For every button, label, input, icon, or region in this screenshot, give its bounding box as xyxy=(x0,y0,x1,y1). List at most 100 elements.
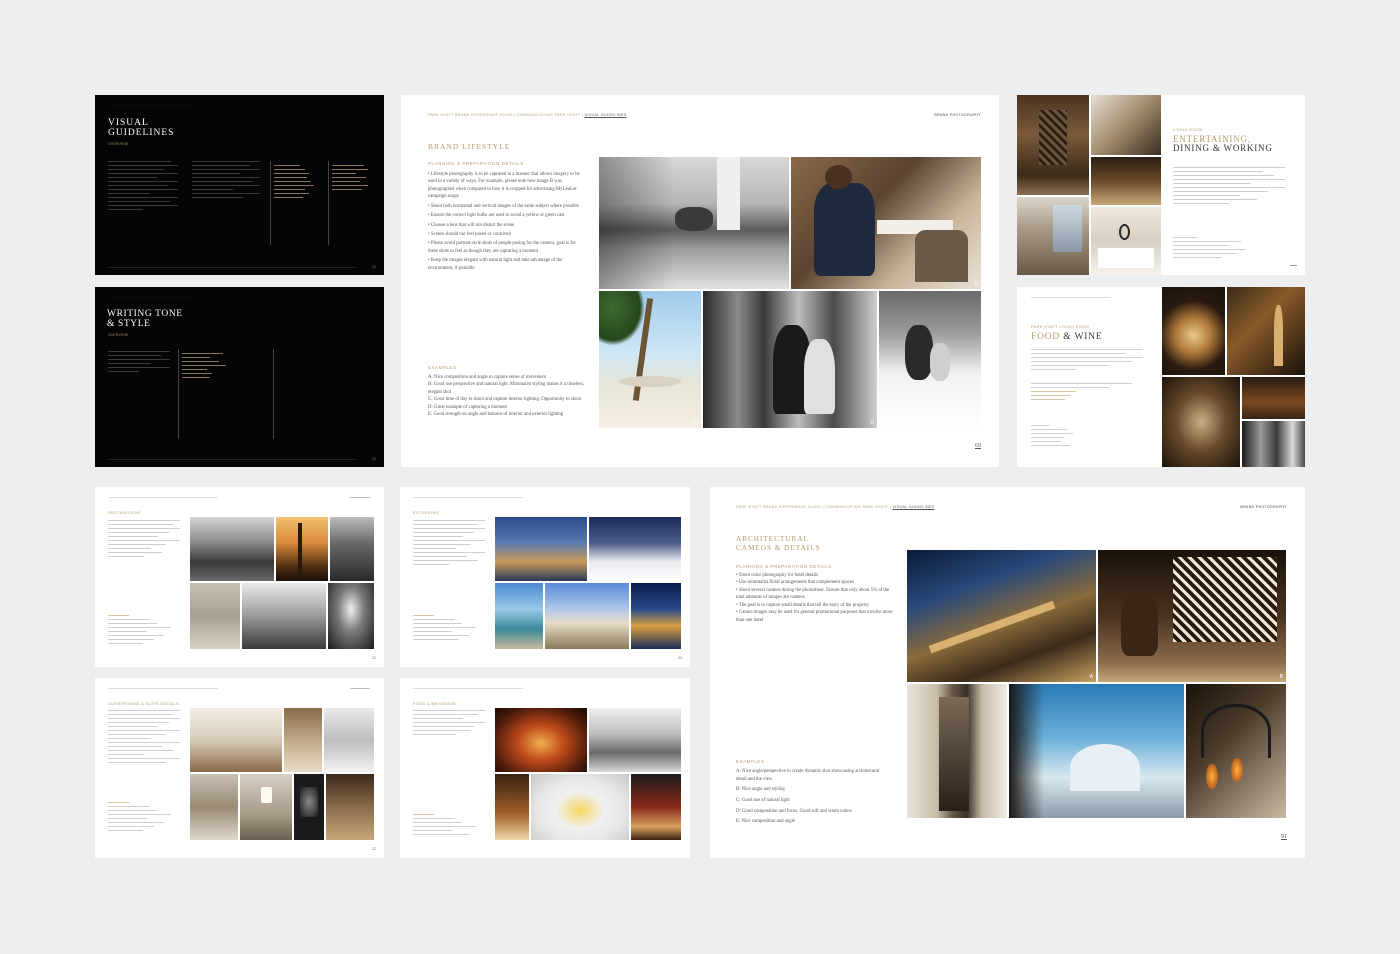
photo-tropical-pier xyxy=(495,583,543,649)
page-number: 22 xyxy=(678,655,682,660)
page-title: ARCHITECTURAL CAMEOS & DETAILS xyxy=(736,535,821,552)
section-title: DESTINATIONS xyxy=(108,510,141,515)
example-item: B: Good use perspective and natural ligh… xyxy=(428,382,585,395)
page-header-line xyxy=(413,688,523,692)
photo-sunset-tower xyxy=(276,517,328,581)
photo-dining-table xyxy=(1091,157,1161,205)
photo-e-mother-child-bed: E xyxy=(879,291,981,428)
page-header-line xyxy=(108,497,218,501)
photo-c-doorway xyxy=(907,684,1007,818)
page-number: 22 xyxy=(372,846,376,851)
body-bullets xyxy=(108,710,180,766)
photo-bottles xyxy=(1227,287,1305,375)
footer-text xyxy=(107,267,357,271)
body-text-col2 xyxy=(192,161,260,201)
page-header-section: BRAND PHOTOGRAPHY xyxy=(1240,505,1287,509)
photo-street-bw xyxy=(242,583,326,649)
photo-hotel-facade xyxy=(545,583,629,649)
photo-suite-dining xyxy=(190,708,282,772)
example-item: E: Nice composition and angle xyxy=(736,819,796,825)
body-bullets xyxy=(1173,167,1285,207)
example-item: C: Good time of day to shoot and capture… xyxy=(428,397,582,403)
page-number: 22 xyxy=(372,456,376,461)
page-header-breadcrumb: PARK HYATT BRAND EXPERIENCE GUIDE | COMM… xyxy=(736,505,935,509)
photo-lobby-wall xyxy=(1017,95,1089,195)
page-header-right xyxy=(350,497,370,501)
page-guestrooms: GUESTROOMS & SUITE DETAILS 22 xyxy=(95,678,384,858)
photo-shelves xyxy=(1091,95,1161,155)
photo-glassware-bw xyxy=(1242,421,1305,467)
photo-a-pool-reflection xyxy=(599,157,789,289)
photo-food-platter xyxy=(495,708,587,772)
bullet-item: • Shoot both horizontal and vertical ima… xyxy=(428,203,579,209)
photo-label: C xyxy=(694,420,698,426)
examples-list xyxy=(108,615,178,647)
page-brand-lifestyle: PARK HYATT BRAND EXPERIENCE GUIDE | COMM… xyxy=(401,95,999,467)
page-architectural: PARK HYATT BRAND EXPERIENCE GUIDE | COMM… xyxy=(710,487,1305,858)
body-text xyxy=(1031,349,1143,373)
page-header-breadcrumb: PARK HYATT BRAND EXPERIENCE GUIDE | COMM… xyxy=(428,113,627,117)
toc-col1 xyxy=(274,165,318,201)
examples-head: EXAMPLES xyxy=(428,365,457,370)
bullet-item: • Keep the images elegant with natural l… xyxy=(428,258,563,271)
photo-floor-lamp xyxy=(240,774,292,840)
page-number: 91 xyxy=(1281,834,1287,840)
page-subtitle: OVERVIEW xyxy=(108,333,129,337)
page-number-mark xyxy=(1290,265,1297,266)
photo-label: B xyxy=(1279,674,1283,680)
bullet-item: • Please avoid portrait-style shots of p… xyxy=(428,241,576,254)
photo-vase-detail xyxy=(326,774,374,840)
page-subtitle: OVERVIEW xyxy=(108,142,129,146)
photo-chef-plating xyxy=(589,708,681,772)
page-destinations: DESTINATIONS 22 xyxy=(95,487,384,667)
photo-label: A xyxy=(1089,674,1093,680)
kicker: PARK HYATT LIVING ROOM xyxy=(1031,325,1090,329)
bullet-item: • Shoot color photography for hotel deta… xyxy=(736,573,818,578)
toc-col xyxy=(182,353,228,381)
body-bullets xyxy=(1031,383,1143,403)
photo-plated-dish xyxy=(531,774,629,840)
photo-horse-statues xyxy=(190,774,238,840)
page-header-line: ........................................… xyxy=(107,295,195,299)
photo-cocktails xyxy=(631,774,681,840)
bullet-item: • Scenes should not feel posed or contri… xyxy=(428,231,511,237)
page-number: 22 xyxy=(372,655,376,660)
toc-divider xyxy=(270,161,271,245)
breadcrumb-current: VISUAL GUIDELINES xyxy=(892,505,935,509)
examples-head: EXAMPLES xyxy=(736,759,765,764)
examples-list xyxy=(413,615,483,643)
photo-city-skyline-bw xyxy=(190,517,274,581)
page-title: ENTERTAINING, DINING & WORKING xyxy=(1173,134,1273,154)
example-item: A: Nice angle/perspective to create dyna… xyxy=(736,769,880,782)
examples-list xyxy=(108,802,178,834)
page-header-right xyxy=(350,688,370,692)
bullet-item: • Ensure the correct light bulbs are use… xyxy=(428,213,565,219)
bullet-item: • Shoot several cameos during the photos… xyxy=(736,587,890,601)
page-food-beverage: FOOD & BEVERAGE xyxy=(400,678,690,858)
page-header-line xyxy=(108,688,218,692)
photo-c-hammock-beach: C xyxy=(599,291,701,428)
planning-bullets: • Lifestyle photography is to be capture… xyxy=(428,171,584,272)
photo-wine-glasses xyxy=(1242,377,1305,419)
page-header-section: BRAND PHOTOGRAPHY xyxy=(934,113,981,117)
page-number: 22 xyxy=(372,264,376,269)
example-item: A: Nice composition and angle to capture… xyxy=(428,375,547,380)
photo-city-view xyxy=(1017,197,1089,275)
section-title: BRAND LIFESTYLE xyxy=(428,142,511,151)
bullet-item: • Lifestyle photography is to be capture… xyxy=(428,172,580,200)
body-text xyxy=(108,351,170,375)
page-food-wine: PARK HYATT LIVING ROOM FOOD & WINE xyxy=(1017,287,1305,467)
photo-d-couple-bw: D xyxy=(703,291,877,428)
page-title: FOOD & WINE xyxy=(1031,332,1103,342)
body-bullets xyxy=(413,710,485,738)
body-bullets xyxy=(108,520,180,560)
planning-bullets: • Shoot color photography for hotel deta… xyxy=(736,572,896,624)
photo-label: D xyxy=(870,420,874,426)
body-text-col1 xyxy=(108,161,178,213)
breadcrumb-current: VISUAL GUIDELINES xyxy=(584,113,627,117)
photo-dessert xyxy=(495,774,529,840)
page-header-line xyxy=(1031,297,1111,301)
photo-beach-walk xyxy=(190,583,240,649)
page-header-line: ........................................… xyxy=(107,103,195,107)
photo-opera-house xyxy=(495,517,587,581)
